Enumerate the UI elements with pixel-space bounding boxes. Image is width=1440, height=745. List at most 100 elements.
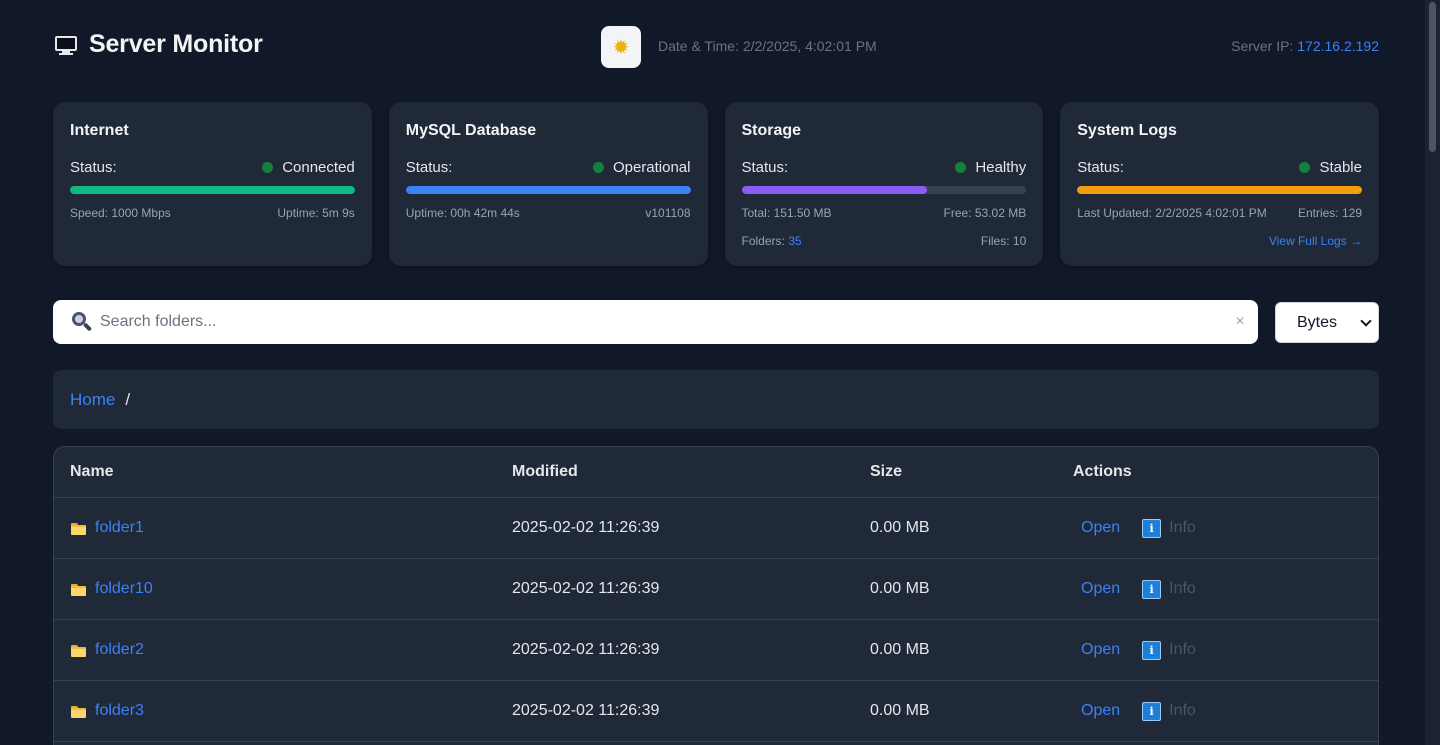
info-button[interactable]: i Info: [1142, 579, 1196, 599]
open-button[interactable]: Open: [1081, 580, 1120, 598]
status-dot-icon: [955, 162, 967, 173]
actions-cell: Open i Info: [1073, 701, 1378, 721]
scrollbar-thumb[interactable]: [1429, 2, 1436, 152]
status-value: Stable: [1319, 159, 1362, 176]
version: v101108: [645, 206, 691, 220]
info-label: Info: [1169, 519, 1196, 536]
meta-row: Last Updated: 2/2/2025 4:02:01 PM Entrie…: [1077, 206, 1362, 220]
meta-row: Folders: 35 Files: 10: [742, 234, 1027, 248]
meta-row: Speed: 1000 Mbps Uptime: 5m 9s: [70, 206, 355, 220]
card-title: Internet: [70, 122, 129, 139]
status-label: Status:: [70, 159, 117, 176]
header: Server Monitor ✹ Date & Time: 2/2/2025, …: [53, 26, 1379, 68]
actions-cell: Open i Info: [1073, 579, 1378, 599]
status-dot-icon: [1299, 162, 1311, 173]
page-scrollbar[interactable]: [1425, 0, 1440, 745]
sun-icon: ✹: [612, 36, 630, 59]
column-header-name[interactable]: Name: [54, 463, 512, 481]
breadcrumb-separator: /: [125, 389, 131, 409]
progress-bar: [1077, 186, 1362, 194]
folder-icon: [70, 583, 87, 596]
table-row: folder10 2025-02-02 11:26:39 0.00 MB Ope…: [54, 559, 1378, 620]
server-ip: Server IP: 172.16.2.192: [1231, 38, 1379, 54]
folder-icon: [70, 522, 87, 535]
card-title: MySQL Database: [405, 122, 537, 139]
datetime-label: Date & Time:: [658, 38, 739, 54]
progress-bar: [405, 186, 691, 194]
info-icon: i: [1142, 701, 1162, 721]
internet-card: Internet Status: Connected Speed: 1000 M…: [53, 102, 372, 266]
folder-icon: [70, 705, 87, 718]
info-label: Info: [1169, 702, 1196, 719]
actions-cell: Open i Info: [1073, 640, 1378, 660]
folders-value[interactable]: 35: [788, 234, 801, 248]
folder-link[interactable]: folder10: [95, 580, 153, 598]
column-header-modified[interactable]: Modified: [512, 463, 870, 481]
card-title: Storage: [741, 122, 802, 139]
progress-fill: [1077, 186, 1362, 194]
name-cell: folder10: [54, 580, 512, 598]
datetime-value: 2/2/2025, 4:02:01 PM: [742, 38, 877, 54]
breadcrumb: Home /: [53, 370, 1379, 429]
status-value: Operational: [612, 159, 691, 176]
info-button[interactable]: i Info: [1142, 701, 1196, 721]
folder-link[interactable]: folder2: [95, 641, 144, 659]
files-count: Files: 10: [980, 234, 1027, 248]
breadcrumb-home[interactable]: Home: [70, 390, 115, 410]
info-label: Info: [1169, 641, 1196, 658]
total-storage: Total: 151.50 MB: [741, 206, 832, 220]
unit-select-value: Bytes: [1297, 313, 1338, 331]
server-ip-label: Server IP:: [1231, 38, 1294, 54]
server-ip-value: 172.16.2.192: [1297, 38, 1379, 54]
folder-link[interactable]: folder1: [95, 519, 144, 537]
info-button[interactable]: i Info: [1142, 518, 1196, 538]
unit-select[interactable]: Bytes: [1275, 302, 1379, 343]
status-cards: Internet Status: Connected Speed: 1000 M…: [53, 102, 1379, 266]
progress-fill: [70, 186, 355, 194]
progress-bar: [741, 186, 1027, 194]
status-row: Status: Healthy: [742, 159, 1027, 176]
size-cell: 0.00 MB: [870, 580, 930, 597]
speed: Speed: 1000 Mbps: [70, 206, 171, 220]
logs-card: System Logs Status: Stable Last Updated:…: [1060, 102, 1379, 266]
size-cell: 0.00 MB: [870, 702, 930, 719]
status-value: Healthy: [975, 159, 1027, 176]
progress-bar: [70, 186, 355, 194]
storage-card: Storage Status: Healthy Total: 151.50 MB…: [724, 102, 1044, 266]
modified-cell: 2025-02-02 11:26:39: [512, 519, 660, 536]
meta-row: Uptime: 00h 42m 44s v101108: [406, 206, 691, 220]
search-input[interactable]: [100, 313, 1222, 331]
entries: Entries: 129: [1297, 206, 1362, 220]
column-header-size[interactable]: Size: [870, 463, 1073, 481]
info-label: Info: [1169, 580, 1196, 597]
mysql-card: MySQL Database Status: Operational Uptim…: [388, 102, 708, 266]
progress-fill: [405, 186, 691, 194]
table-row: folder1 2025-02-02 11:26:39 0.00 MB Open…: [54, 498, 1378, 559]
name-cell: folder1: [54, 519, 512, 537]
info-button[interactable]: i Info: [1142, 640, 1196, 660]
open-button[interactable]: Open: [1081, 641, 1120, 659]
card-title: System Logs: [1077, 122, 1177, 139]
datetime: Date & Time: 2/2/2025, 4:02:01 PM: [658, 38, 877, 54]
name-cell: folder2: [54, 641, 512, 659]
status-row: Status: Connected: [70, 159, 355, 176]
meta-row: Total: 151.50 MB Free: 53.02 MB: [742, 206, 1027, 220]
status-dot-icon: [262, 162, 274, 173]
last-updated: Last Updated: 2/2/2025 4:02:01 PM: [1077, 206, 1267, 220]
monitor-icon: [53, 34, 79, 56]
table-row: folder2 2025-02-02 11:26:39 0.00 MB Open…: [54, 620, 1378, 681]
open-button[interactable]: Open: [1081, 519, 1120, 537]
size-cell: 0.00 MB: [870, 519, 930, 536]
actions-cell: Open i Info: [1073, 518, 1378, 538]
theme-toggle-button[interactable]: ✹: [601, 26, 641, 68]
status-value: Connected: [282, 159, 355, 176]
folders-label: Folders:: [741, 234, 785, 248]
open-button[interactable]: Open: [1081, 702, 1120, 720]
search-box: ×: [53, 300, 1258, 344]
view-full-logs-link[interactable]: View Full Logs →: [1269, 234, 1362, 248]
folder-icon: [70, 644, 87, 657]
clear-search-button[interactable]: ×: [1222, 313, 1258, 331]
folder-link[interactable]: folder3: [95, 702, 144, 720]
status-label: Status:: [741, 159, 789, 176]
status-label: Status:: [405, 159, 453, 176]
